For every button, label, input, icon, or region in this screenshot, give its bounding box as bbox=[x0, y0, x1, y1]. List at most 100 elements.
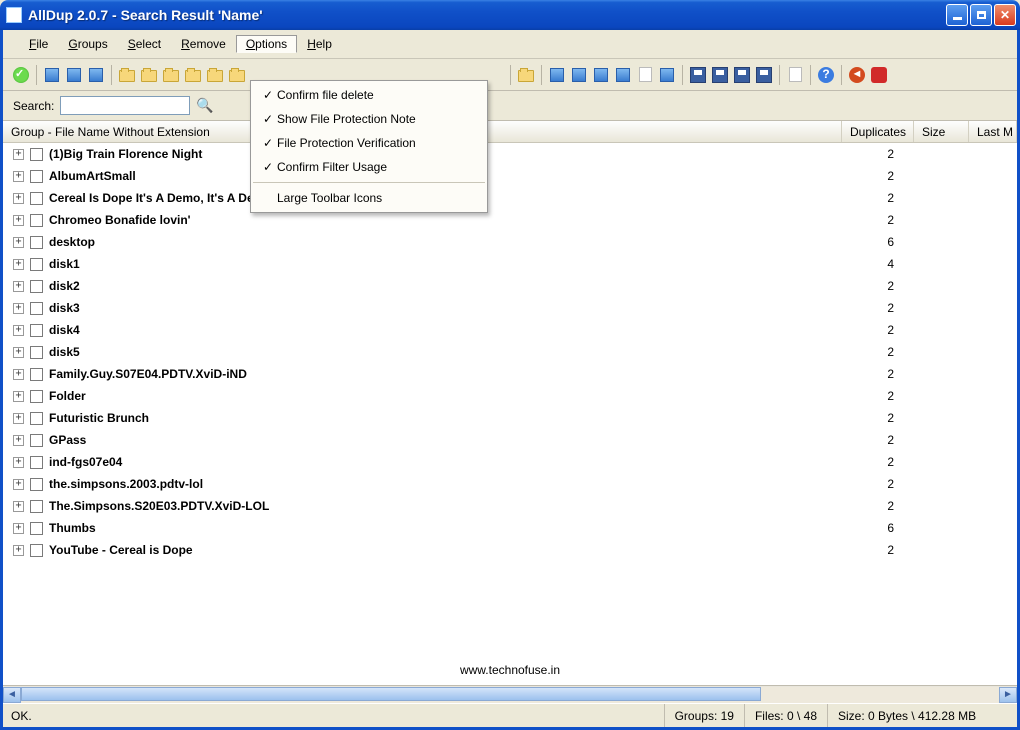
minimize-button[interactable] bbox=[946, 4, 968, 26]
expand-icon[interactable]: + bbox=[13, 193, 24, 204]
toolbar-stop-icon[interactable] bbox=[869, 65, 889, 85]
toolbar-apply-icon[interactable] bbox=[11, 65, 31, 85]
toolbar-list2-icon[interactable] bbox=[569, 65, 589, 85]
expand-icon[interactable]: + bbox=[13, 545, 24, 556]
checkbox[interactable] bbox=[30, 346, 43, 359]
table-row[interactable]: +The.Simpsons.S20E03.PDTV.XviD-LOL2 bbox=[3, 495, 1017, 517]
checkbox[interactable] bbox=[30, 522, 43, 535]
toolbar-save4-icon[interactable] bbox=[754, 65, 774, 85]
toolbar-folder3-icon[interactable] bbox=[161, 65, 181, 85]
table-row[interactable]: +Family.Guy.S07E04.PDTV.XviD-iND2 bbox=[3, 363, 1017, 385]
table-row[interactable]: +Chromeo Bonafide lovin'2 bbox=[3, 209, 1017, 231]
checkbox[interactable] bbox=[30, 544, 43, 557]
search-input[interactable] bbox=[60, 96, 190, 115]
checkbox[interactable] bbox=[30, 258, 43, 271]
scroll-thumb[interactable] bbox=[21, 687, 761, 701]
checkbox[interactable] bbox=[30, 390, 43, 403]
expand-icon[interactable]: + bbox=[13, 149, 24, 160]
expand-icon[interactable]: + bbox=[13, 501, 24, 512]
menu-select[interactable]: Select bbox=[118, 35, 171, 53]
toolbar-copy-icon[interactable] bbox=[635, 65, 655, 85]
toolbar-list1-icon[interactable] bbox=[547, 65, 567, 85]
maximize-button[interactable] bbox=[970, 4, 992, 26]
col-size[interactable]: Size bbox=[914, 121, 969, 142]
table-row[interactable]: +disk52 bbox=[3, 341, 1017, 363]
col-last[interactable]: Last M bbox=[969, 121, 1017, 142]
toolbar-folder2-icon[interactable] bbox=[139, 65, 159, 85]
expand-icon[interactable]: + bbox=[13, 413, 24, 424]
expand-icon[interactable]: + bbox=[13, 281, 24, 292]
toolbar-view3-icon[interactable] bbox=[86, 65, 106, 85]
table-row[interactable]: +YouTube - Cereal is Dope2 bbox=[3, 539, 1017, 561]
option-confirm-filter[interactable]: ✓ Confirm Filter Usage bbox=[251, 155, 487, 179]
checkbox[interactable] bbox=[30, 214, 43, 227]
checkbox[interactable] bbox=[30, 170, 43, 183]
checkbox[interactable] bbox=[30, 236, 43, 249]
table-row[interactable]: +desktop6 bbox=[3, 231, 1017, 253]
checkbox[interactable] bbox=[30, 192, 43, 205]
toolbar-net-icon[interactable] bbox=[657, 65, 677, 85]
expand-icon[interactable]: + bbox=[13, 479, 24, 490]
menu-remove[interactable]: Remove bbox=[171, 35, 236, 53]
option-large-icons[interactable]: Large Toolbar Icons bbox=[251, 186, 487, 210]
table-row[interactable]: +AlbumArtSmall2 bbox=[3, 165, 1017, 187]
col-duplicates[interactable]: Duplicates bbox=[842, 121, 914, 142]
toolbar-save1-icon[interactable] bbox=[688, 65, 708, 85]
table-row[interactable]: +Thumbs6 bbox=[3, 517, 1017, 539]
table-row[interactable]: +Cereal Is Dope It's A Demo, It's A Demo… bbox=[3, 187, 1017, 209]
option-protection-note[interactable]: ✓ Show File Protection Note bbox=[251, 107, 487, 131]
expand-icon[interactable]: + bbox=[13, 325, 24, 336]
checkbox[interactable] bbox=[30, 412, 43, 425]
toolbar-doc-icon[interactable] bbox=[785, 65, 805, 85]
checkbox[interactable] bbox=[30, 302, 43, 315]
table-row[interactable]: +Futuristic Brunch2 bbox=[3, 407, 1017, 429]
search-icon[interactable]: 🔍 bbox=[196, 97, 213, 114]
option-confirm-delete[interactable]: ✓ Confirm file delete bbox=[251, 83, 487, 107]
toolbar-save2-icon[interactable] bbox=[710, 65, 730, 85]
toolbar-view2-icon[interactable] bbox=[64, 65, 84, 85]
expand-icon[interactable]: + bbox=[13, 523, 24, 534]
menu-file[interactable]: File bbox=[19, 35, 58, 53]
toolbar-folder5-icon[interactable] bbox=[205, 65, 225, 85]
toolbar-folder1-icon[interactable] bbox=[117, 65, 137, 85]
table-row[interactable]: +Folder2 bbox=[3, 385, 1017, 407]
toolbar-back-icon[interactable]: ◄ bbox=[847, 65, 867, 85]
table-row[interactable]: +disk32 bbox=[3, 297, 1017, 319]
expand-icon[interactable]: + bbox=[13, 391, 24, 402]
table-row[interactable]: +(1)Big Train Florence Night2 bbox=[3, 143, 1017, 165]
table-row[interactable]: +ind-fgs07e042 bbox=[3, 451, 1017, 473]
expand-icon[interactable]: + bbox=[13, 369, 24, 380]
toolbar-view1-icon[interactable] bbox=[42, 65, 62, 85]
toolbar-folder6-icon[interactable] bbox=[227, 65, 247, 85]
toolbar-list3-icon[interactable] bbox=[591, 65, 611, 85]
menu-groups[interactable]: Groups bbox=[58, 35, 117, 53]
checkbox[interactable] bbox=[30, 368, 43, 381]
table-row[interactable]: +disk42 bbox=[3, 319, 1017, 341]
checkbox[interactable] bbox=[30, 478, 43, 491]
expand-icon[interactable]: + bbox=[13, 171, 24, 182]
expand-icon[interactable]: + bbox=[13, 215, 24, 226]
checkbox[interactable] bbox=[30, 148, 43, 161]
table-row[interactable]: +the.simpsons.2003.pdtv-lol2 bbox=[3, 473, 1017, 495]
toolbar-list4-icon[interactable] bbox=[613, 65, 633, 85]
table-row[interactable]: +GPass2 bbox=[3, 429, 1017, 451]
toolbar-folder4-icon[interactable] bbox=[183, 65, 203, 85]
toolbar-open-icon[interactable] bbox=[516, 65, 536, 85]
checkbox[interactable] bbox=[30, 324, 43, 337]
expand-icon[interactable]: + bbox=[13, 303, 24, 314]
expand-icon[interactable]: + bbox=[13, 457, 24, 468]
scroll-left-icon[interactable]: ◄ bbox=[3, 687, 21, 703]
table-row[interactable]: +disk22 bbox=[3, 275, 1017, 297]
menu-help[interactable]: Help bbox=[297, 35, 342, 53]
checkbox[interactable] bbox=[30, 280, 43, 293]
close-button[interactable]: ✕ bbox=[994, 4, 1016, 26]
horizontal-scrollbar[interactable]: ◄ ► bbox=[3, 685, 1017, 703]
expand-icon[interactable]: + bbox=[13, 435, 24, 446]
option-protection-verify[interactable]: ✓ File Protection Verification bbox=[251, 131, 487, 155]
checkbox[interactable] bbox=[30, 456, 43, 469]
table-row[interactable]: +disk14 bbox=[3, 253, 1017, 275]
toolbar-save3-icon[interactable] bbox=[732, 65, 752, 85]
expand-icon[interactable]: + bbox=[13, 259, 24, 270]
menu-options[interactable]: Options bbox=[236, 35, 297, 53]
checkbox[interactable] bbox=[30, 500, 43, 513]
